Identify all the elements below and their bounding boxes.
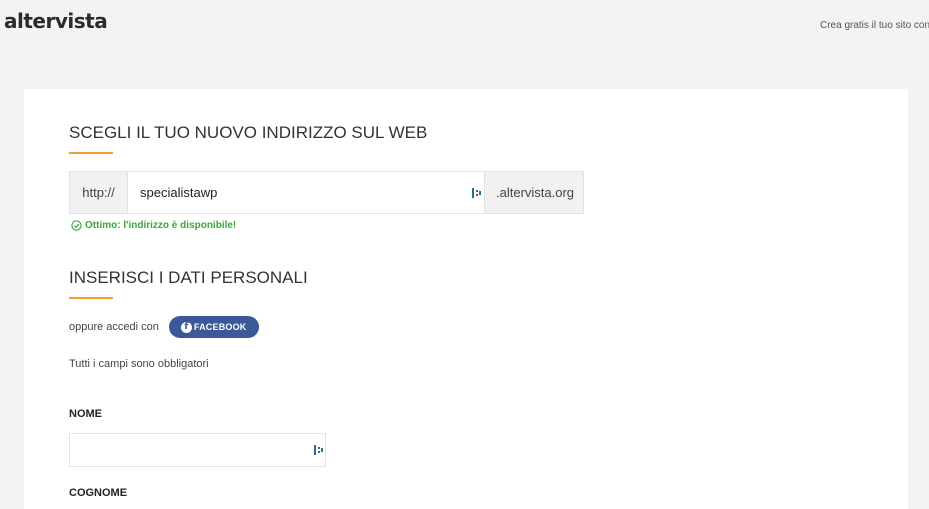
url-prefix: http://	[70, 172, 128, 213]
altervista-logo[interactable]: altervista	[4, 9, 108, 33]
autofill-icon[interactable]	[311, 434, 325, 466]
facebook-label: FACEBOOK	[193, 322, 247, 332]
surname-label: COGNOME	[69, 487, 128, 499]
address-section-title: SCEGLI IL TUO NUOVO INDIRIZZO SUL WEB	[69, 123, 428, 142]
signup-card: SCEGLI IL TUO NUOVO INDIRIZZO SUL WEB ht…	[24, 89, 908, 509]
name-input[interactable]	[70, 434, 311, 466]
availability-text: Ottimo: l'indirizzo è disponibile!	[85, 220, 237, 231]
title-underline	[69, 152, 113, 154]
autofill-icon[interactable]	[468, 172, 484, 213]
top-bar: altervista Crea gratis il tuo sito con A	[0, 0, 929, 50]
subdomain-input[interactable]	[128, 172, 468, 213]
facebook-login-button[interactable]: f FACEBOOK	[168, 316, 259, 338]
header-tagline[interactable]: Crea gratis il tuo sito con A	[820, 20, 929, 31]
social-login-row: oppure accedi con f FACEBOOK	[69, 316, 259, 338]
personal-section-title: INSERISCI I DATI PERSONALI	[69, 268, 308, 287]
title-underline	[69, 297, 113, 299]
name-label: NOME	[69, 408, 102, 420]
check-circle-icon	[71, 220, 82, 231]
facebook-icon: f	[180, 321, 192, 333]
url-input-group: http:// .altervista.org	[69, 171, 584, 214]
or-login-text: oppure accedi con	[69, 321, 159, 333]
name-field-group	[69, 433, 326, 467]
url-suffix: .altervista.org	[484, 172, 583, 213]
required-fields-note: Tutti i campi sono obbligatori	[69, 358, 209, 370]
availability-status: Ottimo: l'indirizzo è disponibile!	[71, 220, 236, 231]
